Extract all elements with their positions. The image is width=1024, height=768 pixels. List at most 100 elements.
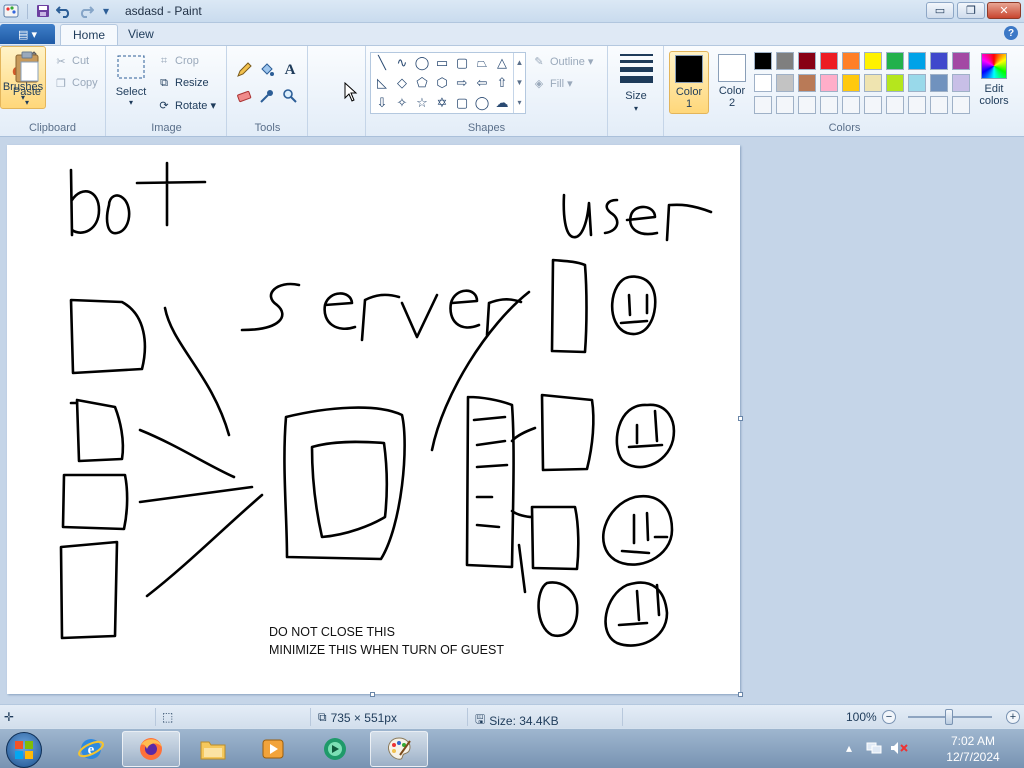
- text-tool-icon[interactable]: A: [280, 60, 300, 80]
- size-group[interactable]: Size ▾: [609, 46, 664, 136]
- oval-callout-shape-icon[interactable]: ◯: [473, 94, 491, 112]
- palette-swatch[interactable]: [776, 52, 794, 70]
- palette-swatch[interactable]: [798, 74, 816, 92]
- palette-swatch[interactable]: [930, 74, 948, 92]
- zoom-out-button[interactable]: −: [882, 710, 896, 724]
- undo-icon[interactable]: [56, 3, 72, 19]
- internet-explorer-taskbar-button[interactable]: e: [62, 731, 120, 767]
- custom-color-slot[interactable]: [776, 96, 794, 114]
- rounded-callout-shape-icon[interactable]: ▢: [453, 94, 471, 112]
- curve-shape-icon[interactable]: ∿: [393, 54, 411, 72]
- up-arrow-shape-icon[interactable]: ⇧: [493, 74, 511, 92]
- shapes-scroll[interactable]: ▲ ▼ ▾: [513, 53, 525, 113]
- canvas-resize-handle-bottom[interactable]: [370, 692, 375, 697]
- eraser-icon[interactable]: [234, 86, 254, 106]
- right-triangle-shape-icon[interactable]: ◺: [373, 74, 391, 92]
- system-clock[interactable]: 7:02 AM 12/7/2024: [934, 733, 1012, 765]
- start-button[interactable]: [6, 732, 42, 768]
- custom-color-slot[interactable]: [864, 96, 882, 114]
- palette-swatch[interactable]: [886, 52, 904, 70]
- five-point-star-shape-icon[interactable]: ☆: [413, 94, 431, 112]
- custom-color-slot[interactable]: [754, 96, 772, 114]
- custom-color-slot[interactable]: [886, 96, 904, 114]
- custom-color-slot[interactable]: [842, 96, 860, 114]
- pentagon-shape-icon[interactable]: ⬠: [413, 74, 431, 92]
- edit-colors-button[interactable]: Edit colors: [972, 51, 1016, 107]
- media-player-taskbar-button[interactable]: [244, 731, 302, 767]
- close-button[interactable]: ✕: [987, 2, 1021, 19]
- paint-app-icon[interactable]: [3, 3, 19, 19]
- palette-swatch[interactable]: [952, 52, 970, 70]
- network-icon[interactable]: [866, 741, 882, 758]
- palette-swatch[interactable]: [930, 52, 948, 70]
- left-arrow-shape-icon[interactable]: ⇦: [473, 74, 491, 92]
- file-explorer-taskbar-button[interactable]: [184, 731, 242, 767]
- custom-color-slot[interactable]: [908, 96, 926, 114]
- line-shape-icon[interactable]: ╲: [373, 54, 391, 72]
- paste-button[interactable]: Paste ▾: [8, 50, 46, 107]
- polygon-shape-icon[interactable]: ⏢: [473, 54, 491, 72]
- palette-swatch[interactable]: [754, 74, 772, 92]
- palette-swatch[interactable]: [908, 52, 926, 70]
- color2-button[interactable]: Color 2: [712, 51, 752, 114]
- firefox-taskbar-button[interactable]: [122, 731, 180, 767]
- palette-swatch[interactable]: [908, 74, 926, 92]
- cut-button[interactable]: ✂ Cut: [54, 54, 89, 68]
- crop-button[interactable]: ⌗ Crop: [157, 54, 199, 68]
- color1-button[interactable]: Color 1: [669, 51, 709, 114]
- custom-color-slot[interactable]: [798, 96, 816, 114]
- volume-muted-icon[interactable]: [890, 741, 908, 758]
- palette-swatch[interactable]: [754, 52, 772, 70]
- custom-color-slot[interactable]: [930, 96, 948, 114]
- canvas-resize-handle-corner[interactable]: [738, 692, 743, 697]
- oval-shape-icon[interactable]: ◯: [413, 54, 431, 72]
- cloud-callout-shape-icon[interactable]: ☁: [493, 94, 511, 112]
- maximize-button[interactable]: ❐: [957, 2, 985, 19]
- resize-button[interactable]: ⧉ Resize: [157, 76, 209, 90]
- minimize-button[interactable]: ▭: [926, 2, 954, 19]
- custom-color-slot[interactable]: [820, 96, 838, 114]
- palette-swatch[interactable]: [820, 74, 838, 92]
- hexagon-shape-icon[interactable]: ⬡: [433, 74, 451, 92]
- tab-home[interactable]: Home: [60, 24, 119, 45]
- palette-swatch[interactable]: [952, 74, 970, 92]
- paint-menu-button[interactable]: ▤ ▾: [0, 24, 55, 44]
- palette-swatch[interactable]: [842, 52, 860, 70]
- rectangle-shape-icon[interactable]: ▭: [433, 54, 451, 72]
- outline-button[interactable]: ✎ Outline ▾: [532, 54, 593, 68]
- pencil-icon[interactable]: [234, 60, 254, 80]
- zoom-in-button[interactable]: +: [1006, 710, 1020, 724]
- down-arrow-shape-icon[interactable]: ⇩: [373, 94, 391, 112]
- fill-button[interactable]: ◈ Fill ▾: [532, 76, 573, 90]
- fill-bucket-icon[interactable]: [257, 60, 277, 80]
- six-point-star-shape-icon[interactable]: ✡: [433, 94, 451, 112]
- palette-swatch[interactable]: [842, 74, 860, 92]
- tab-view[interactable]: View: [116, 24, 166, 45]
- palette-swatch[interactable]: [798, 52, 816, 70]
- zoom-slider-thumb[interactable]: [945, 709, 953, 725]
- right-arrow-shape-icon[interactable]: ⇨: [453, 74, 471, 92]
- media-center-taskbar-button[interactable]: [306, 731, 364, 767]
- save-icon[interactable]: [35, 3, 51, 19]
- copy-button[interactable]: ❐ Copy: [54, 76, 98, 90]
- color-picker-icon[interactable]: [257, 86, 277, 106]
- customize-quick-access-icon[interactable]: ▾: [98, 3, 114, 19]
- palette-swatch[interactable]: [886, 74, 904, 92]
- diamond-shape-icon[interactable]: ◇: [393, 74, 411, 92]
- drawing-canvas[interactable]: DO NOT CLOSE THIS MINIMIZE THIS WHEN TUR…: [7, 145, 740, 694]
- palette-swatch[interactable]: [864, 74, 882, 92]
- show-hidden-icons-icon[interactable]: ▴: [846, 741, 852, 755]
- redo-icon[interactable]: [78, 3, 94, 19]
- magnifier-icon[interactable]: [280, 86, 300, 106]
- help-icon[interactable]: ?: [1004, 26, 1018, 40]
- rounded-rectangle-shape-icon[interactable]: ▢: [453, 54, 471, 72]
- palette-swatch[interactable]: [776, 74, 794, 92]
- palette-swatch[interactable]: [820, 52, 838, 70]
- canvas-resize-handle-right[interactable]: [738, 416, 743, 421]
- palette-swatch[interactable]: [864, 52, 882, 70]
- select-button[interactable]: Select ▾: [113, 50, 149, 107]
- paint-taskbar-button[interactable]: [370, 731, 428, 767]
- four-point-star-shape-icon[interactable]: ✧: [393, 94, 411, 112]
- rotate-button[interactable]: ⟳ Rotate ▾: [157, 98, 216, 112]
- triangle-shape-icon[interactable]: △: [493, 54, 511, 72]
